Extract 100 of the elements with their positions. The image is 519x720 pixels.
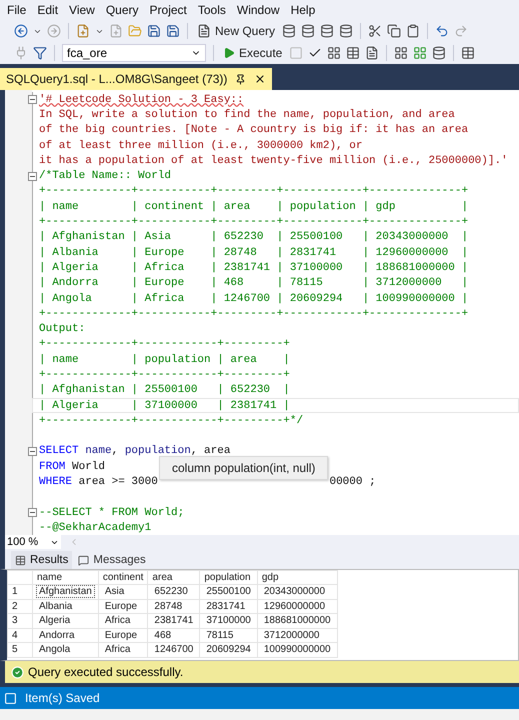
column-header: continent xyxy=(98,570,148,584)
play-icon xyxy=(223,47,235,59)
code-text: +-------------+------------+---------+ xyxy=(39,368,290,381)
new-query-button[interactable]: New Query xyxy=(195,24,278,38)
code-text: population xyxy=(124,445,191,458)
code-text: | name | population | area | xyxy=(39,354,290,366)
table-cell: Europe xyxy=(98,628,148,642)
menu-item[interactable]: Query xyxy=(102,3,147,17)
close-icon[interactable] xyxy=(254,73,266,85)
pin-icon[interactable] xyxy=(235,74,246,84)
file-icon[interactable] xyxy=(365,46,380,60)
column-header: gdp xyxy=(257,570,338,584)
menu-item[interactable]: Help xyxy=(288,3,324,17)
table-cell: Afghanistan xyxy=(32,584,98,599)
results-tab[interactable]: Results xyxy=(11,551,72,569)
messages-icon xyxy=(78,554,90,566)
table-cell: Angola xyxy=(32,642,98,657)
table-cell: 20343000000 xyxy=(257,584,338,599)
database-query-icon[interactable] xyxy=(301,24,316,38)
code-text: | Angola | Africa | 1246700 | 20609294 | 100990000000 | xyxy=(39,292,468,304)
code-text: +-------------+-----------+---------+------------+--------------+ xyxy=(39,308,468,320)
code-text: --@SekharAcademy1 xyxy=(39,522,152,534)
table-cell: Albania xyxy=(32,599,98,614)
table-cell: 78115 xyxy=(200,628,258,642)
code-text: 00000 ; xyxy=(329,476,376,488)
menu-item[interactable]: Edit xyxy=(34,3,66,17)
execute-button[interactable]: Execute xyxy=(221,46,284,60)
save-icon[interactable] xyxy=(147,24,161,38)
table-cell: 25500100 xyxy=(200,584,258,599)
table-cell: 2381741 xyxy=(148,614,200,628)
database-query-icon[interactable] xyxy=(282,24,296,38)
code-text: | Andorra | Europe | 468 | 78115 | 3712000000 | xyxy=(39,277,468,290)
code-text: it has a population of at least twenty-five million (i.e., 25000000)].' xyxy=(39,154,508,167)
table-cell: Africa xyxy=(98,642,148,657)
database-query-icon[interactable] xyxy=(320,24,334,38)
code-text: --SELECT * FROM World; xyxy=(39,506,184,519)
table-cell: 1246700 xyxy=(148,642,200,657)
grid-icon[interactable] xyxy=(461,46,476,60)
back-icon[interactable] xyxy=(14,24,28,38)
document-tab[interactable]: SQLQuery1.sql - L...OM8G\Sangeet (73)) xyxy=(0,68,272,90)
zoom-dropdown[interactable]: 100 % xyxy=(5,535,62,549)
table-cell: 468 xyxy=(148,628,200,642)
table-cell: 20609294 xyxy=(200,642,258,657)
code-text: | Algeria | 37100000 | 2381741 | xyxy=(39,400,290,412)
code-text: +-------------+-----------+---------+------------+--------------+ xyxy=(39,185,468,198)
database-icon[interactable] xyxy=(432,46,446,60)
status-icon xyxy=(4,692,17,704)
row-number: 5 xyxy=(8,642,32,657)
code-text: +-------------+------------+---------+ xyxy=(39,338,290,350)
grid-icon[interactable] xyxy=(346,46,360,60)
success-icon xyxy=(11,666,24,678)
paste-icon[interactable] xyxy=(406,24,420,38)
menu-item[interactable]: File xyxy=(4,3,34,17)
status-text: Item(s) Saved xyxy=(25,691,100,705)
database-dropdown[interactable]: fca_ore xyxy=(62,44,206,62)
code-text: World xyxy=(71,460,106,473)
code-text: name xyxy=(84,445,112,458)
collapse-icon[interactable] xyxy=(28,446,37,456)
tooltip: column population(int, null) xyxy=(159,456,328,480)
row-number: 3 xyxy=(8,614,32,628)
save-all-icon[interactable] xyxy=(166,24,180,38)
query-status-text: Query executed successfully. xyxy=(28,665,184,679)
table-cell: 28748 xyxy=(148,599,200,614)
row-number: 1 xyxy=(8,584,32,599)
filter-icon[interactable] xyxy=(33,46,47,60)
code-text: +-------------+-----------+---------+------------+--------------+ xyxy=(39,216,468,228)
row-number: 2 xyxy=(8,599,32,614)
code-text: FROM xyxy=(39,460,66,473)
table-cell: Europe xyxy=(98,599,148,614)
table-cell: Andorra xyxy=(32,628,98,642)
code-text: Output: xyxy=(39,323,86,336)
code-text: , area xyxy=(190,445,230,458)
code-text: , xyxy=(112,445,120,458)
row-number: 4 xyxy=(8,628,32,642)
cut-icon[interactable] xyxy=(368,24,382,38)
database-query-icon[interactable] xyxy=(339,24,354,38)
code-text: WHERE xyxy=(39,476,72,488)
undo-icon[interactable] xyxy=(435,24,450,38)
table-cell: 37100000 xyxy=(200,614,258,628)
column-header: population xyxy=(200,570,258,584)
code-text: /*Table Name:: World xyxy=(39,170,172,182)
table-cell: 100990000000 xyxy=(257,642,338,657)
menu-item[interactable]: Tools xyxy=(194,3,234,17)
copy-icon[interactable] xyxy=(387,24,402,38)
table-cell: 3712000000 xyxy=(257,628,338,642)
code-text: '# Leetcode Solution - 3 Easy:: xyxy=(39,94,244,106)
code-text: In SQL, write a solution to find the name, population, and area xyxy=(39,108,455,121)
code-text: area >= 3000 xyxy=(78,476,158,488)
collapse-icon[interactable] xyxy=(28,172,37,181)
menu-item[interactable]: View xyxy=(66,3,103,17)
collapse-icon[interactable] xyxy=(28,95,37,104)
code-text: of the big countries. [Note - A country is big if: it has an area xyxy=(39,124,468,136)
menu-item[interactable]: Project xyxy=(146,3,195,17)
table-cell: Algeria xyxy=(32,614,98,628)
collapse-icon[interactable] xyxy=(28,508,37,518)
code-text: | Afghanistan | Asia | 652230 | 25500100 | 20343000000 | xyxy=(39,231,468,244)
menu-item[interactable]: Window xyxy=(234,3,288,17)
code-text: | Afghanistan | 25500100 | 652230 | xyxy=(39,384,290,396)
table-cell: 652230 xyxy=(148,584,200,599)
new-project-icon[interactable] xyxy=(76,24,90,38)
